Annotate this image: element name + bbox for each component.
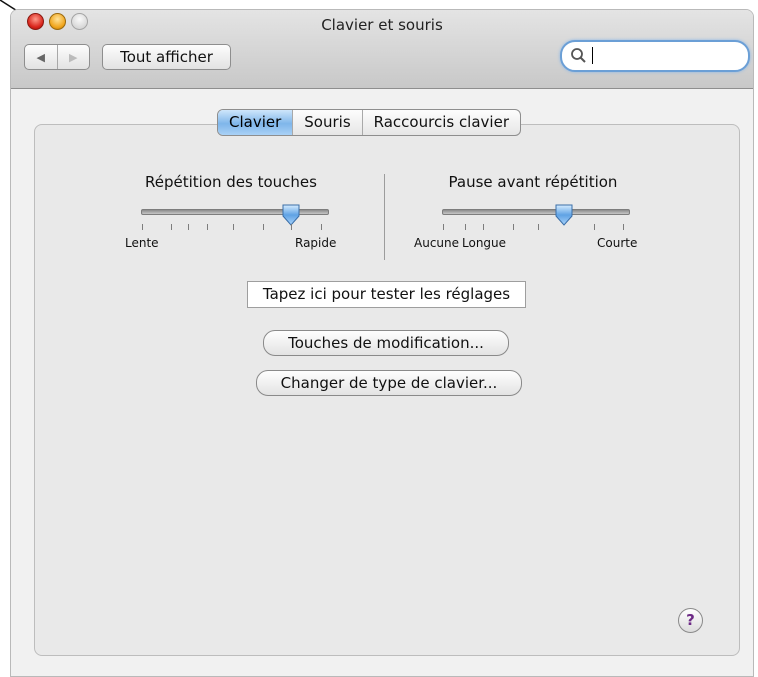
key-repeat-tick bbox=[233, 224, 234, 230]
key-repeat-title: Répétition des touches bbox=[145, 173, 317, 191]
test-input[interactable]: Tapez ici pour tester les réglages bbox=[247, 281, 526, 308]
preferences-window: Clavier et souris ◀ ▶ Tout afficher Clav… bbox=[10, 9, 754, 677]
repeat-delay-tick bbox=[594, 224, 595, 230]
show-all-button[interactable]: Tout afficher bbox=[102, 44, 231, 70]
key-repeat-min-label: Lente bbox=[125, 236, 159, 250]
repeat-delay-tick bbox=[465, 224, 466, 230]
tab-raccourcis-clavier[interactable]: Raccourcis clavier bbox=[361, 110, 520, 135]
title-bar: Clavier et souris ◀ ▶ Tout afficher bbox=[11, 10, 753, 89]
repeat-delay-knob[interactable] bbox=[554, 204, 574, 226]
key-repeat-tick bbox=[171, 224, 172, 230]
change-keyboard-type-button[interactable]: Changer de type de clavier... bbox=[256, 370, 522, 396]
repeat-delay-min-label: Aucune bbox=[414, 236, 460, 250]
key-repeat-tick bbox=[291, 224, 292, 230]
tab-souris[interactable]: Souris bbox=[292, 110, 361, 135]
repeat-delay-tick bbox=[483, 224, 484, 230]
key-repeat-tick bbox=[188, 224, 189, 230]
repeat-delay-tick bbox=[538, 224, 539, 230]
modifier-keys-button[interactable]: Touches de modification... bbox=[263, 330, 509, 356]
search-field[interactable] bbox=[560, 40, 750, 72]
repeat-delay-track[interactable] bbox=[442, 209, 630, 215]
repeat-delay-mid-label: Longue bbox=[462, 236, 507, 250]
key-repeat-knob[interactable] bbox=[281, 204, 301, 226]
text-cursor bbox=[592, 47, 593, 64]
back-forward-control: ◀ ▶ bbox=[24, 44, 90, 70]
key-repeat-tick bbox=[321, 224, 322, 230]
key-repeat-max-label: Rapide bbox=[295, 236, 337, 250]
key-repeat-tick bbox=[207, 224, 208, 230]
repeat-delay-max-label: Courte bbox=[597, 236, 638, 250]
help-button[interactable]: ? bbox=[678, 608, 703, 633]
back-arrow-icon[interactable]: ◀ bbox=[25, 45, 57, 69]
window-title: Clavier et souris bbox=[321, 16, 443, 34]
search-icon bbox=[571, 48, 586, 63]
tab-clavier[interactable]: Clavier bbox=[218, 110, 293, 135]
forward-arrow-icon[interactable]: ▶ bbox=[56, 45, 90, 69]
repeat-delay-title: Pause avant répétition bbox=[448, 173, 618, 191]
key-repeat-tick bbox=[142, 224, 143, 230]
repeat-delay-tick bbox=[623, 224, 624, 230]
repeat-delay-tick bbox=[443, 224, 444, 230]
key-repeat-tick bbox=[263, 224, 264, 230]
repeat-delay-tick bbox=[513, 224, 514, 230]
tab-bar: Clavier Souris Raccourcis clavier bbox=[217, 109, 521, 136]
slider-divider bbox=[384, 174, 385, 260]
